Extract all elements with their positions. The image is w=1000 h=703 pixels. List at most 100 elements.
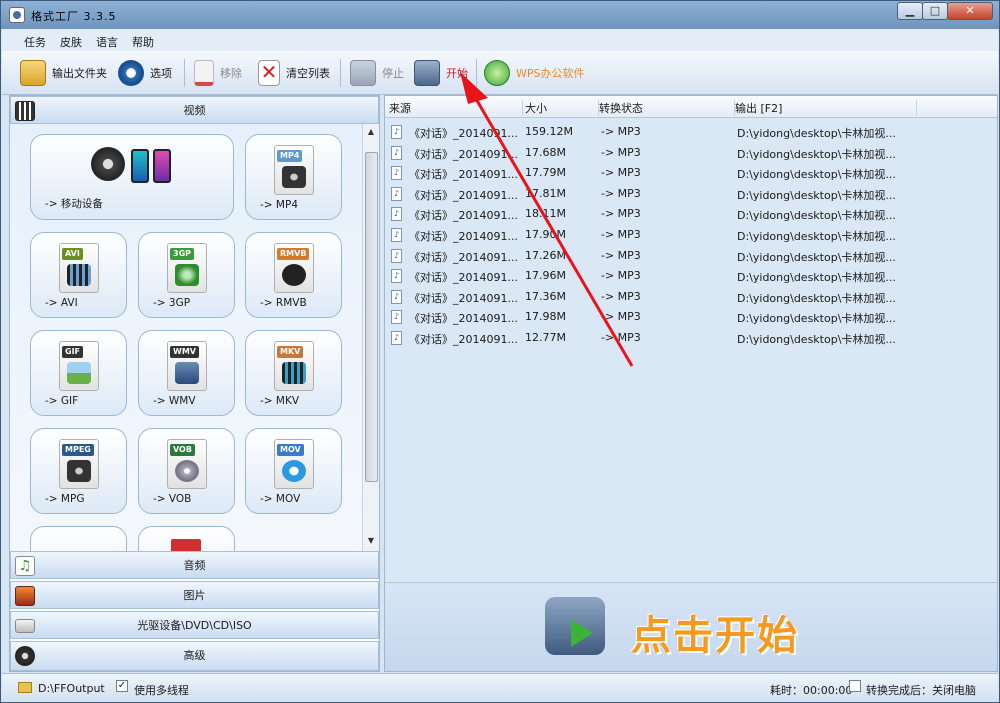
tile-rmvb[interactable]: RMVB -> RMVB	[245, 232, 342, 318]
column-output[interactable]: 输出 [F2]	[735, 100, 917, 116]
audio-category-header[interactable]: ♫ 音频	[10, 551, 379, 579]
picture-category-header[interactable]: 图片	[10, 581, 379, 609]
cell-size: 17.68M	[525, 145, 566, 159]
table-row[interactable]: ♪ 《对话》_2014091... 17.90M -> MP3 D:\yidong\de…	[389, 225, 969, 245]
disc-drive-icon	[15, 619, 35, 633]
wps-button[interactable]: WPS办公软件	[484, 57, 585, 89]
scroll-down-arrow-icon[interactable]: ▼	[364, 534, 378, 548]
cell-size: 159.12M	[525, 125, 573, 138]
remove-icon	[194, 60, 214, 86]
advanced-category-header[interactable]: 高级	[10, 641, 379, 671]
clear-list-button[interactable]: ✕ 清空列表	[258, 57, 330, 89]
start-icon	[414, 60, 440, 86]
after-done-checkbox[interactable]	[849, 680, 861, 692]
remove-button[interactable]: 移除	[194, 57, 242, 89]
cell-source: 《对话》_2014091...	[409, 168, 518, 182]
cell-status: -> MP3	[601, 331, 641, 344]
tile-mpg[interactable]: MPEG -> MPG	[30, 428, 127, 514]
window-title: 格式工厂 3.3.5	[31, 10, 117, 23]
app-icon	[9, 7, 25, 23]
table-row[interactable]: ♪ 《对话》_2014091... 159.12M -> MP3 D:\yidong\d…	[389, 122, 969, 142]
task-table-header: 来源 大小 转换状态 输出 [F2]	[385, 96, 997, 118]
table-row[interactable]: ♪ 《对话》_2014091... 17.79M -> MP3 D:\yidong\de…	[389, 163, 969, 183]
table-row[interactable]: ♪ 《对话》_2014091... 17.81M -> MP3 D:\yidong\de…	[389, 184, 969, 204]
table-row[interactable]: ♪ 《对话》_2014091... 17.98M -> MP3 D:\yidong\de…	[389, 307, 969, 327]
tile-partial[interactable]	[30, 526, 127, 551]
options-button[interactable]: 选项	[118, 57, 172, 89]
audio-file-icon: ♪	[391, 331, 402, 345]
mov-file-icon: MOV	[274, 439, 314, 489]
start-button[interactable]: 开始	[414, 57, 468, 89]
tile-mobile-device[interactable]: -> 移动设备	[30, 134, 234, 220]
task-panel: 来源 大小 转换状态 输出 [F2] ♪ 《对话》_2014091... 159.1…	[384, 95, 998, 672]
cell-output: D:\yidong\desktop\卡林加视...	[737, 230, 896, 243]
task-table-body: ♪ 《对话》_2014091... 159.12M -> MP3 D:\yidong\d…	[385, 119, 997, 581]
menu-help[interactable]: 帮助	[132, 34, 154, 50]
gear-icon	[118, 60, 144, 86]
column-source[interactable]: 来源	[389, 100, 523, 116]
cell-source: 《对话》_2014091...	[409, 333, 518, 346]
output-folder-button[interactable]: 输出文件夹	[20, 57, 107, 89]
menu-task[interactable]: 任务	[24, 34, 46, 50]
table-row[interactable]: ♪ 《对话》_2014091... 17.26M -> MP3 D:\yidong\de…	[389, 246, 969, 266]
table-row[interactable]: ♪ 《对话》_2014091... 17.96M -> MP3 D:\yidong\de…	[389, 266, 969, 286]
cell-status: -> MP3	[601, 310, 641, 324]
tile-mkv[interactable]: MKV -> MKV	[245, 330, 342, 416]
grid-scrollbar[interactable]: ▲ ▼	[362, 124, 379, 551]
folder-icon	[18, 682, 32, 693]
multithread-label: 使用多线程	[134, 684, 189, 697]
toolbar-separator	[476, 59, 477, 87]
menu-skin[interactable]: 皮肤	[60, 34, 82, 50]
audio-file-icon: ♪	[391, 289, 402, 304]
maximize-button[interactable]: □	[922, 2, 948, 20]
stop-button[interactable]: 停止	[350, 57, 404, 89]
tile-avi[interactable]: AVI -> AVI	[30, 232, 127, 318]
audio-file-icon: ♪	[391, 186, 402, 201]
cell-source: 《对话》_2014091...	[409, 127, 518, 140]
close-button[interactable]: ✕	[947, 2, 993, 20]
music-note-icon: ♫	[15, 556, 35, 576]
table-row[interactable]: ♪ 《对话》_2014091... 12.77M -> MP3 D:\yidong\de…	[389, 328, 969, 348]
cell-source: 《对话》_2014091...	[409, 209, 518, 223]
cell-output: D:\yidong\desktop\卡林加视...	[737, 147, 896, 161]
stop-icon	[350, 60, 376, 86]
tile-gif[interactable]: GIF -> GIF	[30, 330, 127, 416]
film-icon	[15, 101, 35, 121]
toolbar-separator	[184, 59, 185, 87]
table-row[interactable]: ♪ 《对话》_2014091... 17.68M -> MP3 D:\yidong\de…	[389, 143, 969, 163]
menu-language[interactable]: 语言	[96, 34, 118, 50]
column-size[interactable]: 大小	[525, 100, 599, 116]
audio-file-icon: ♪	[391, 269, 402, 284]
multithread-checkbox[interactable]: ✓	[116, 680, 128, 692]
film-reel-icon	[15, 646, 35, 666]
start-banner[interactable]: 点击开始	[385, 582, 997, 671]
cell-output: D:\yidong\desktop\卡林加视...	[737, 250, 896, 264]
cell-size: 12.77M	[525, 331, 566, 344]
table-row[interactable]: ♪ 《对话》_2014091... 18.11M -> MP3 D:\yidong\de…	[389, 204, 969, 224]
title-bar: 格式工厂 3.3.5 ▁ □ ✕	[1, 1, 999, 29]
tile-mov[interactable]: MOV -> MOV	[245, 428, 342, 514]
avi-file-icon: AVI	[59, 243, 99, 293]
tile-vob[interactable]: VOB -> VOB	[138, 428, 235, 514]
folder-icon	[20, 60, 46, 86]
file-icon	[171, 539, 201, 551]
phone-icon	[131, 149, 149, 183]
video-category-header[interactable]: 视频	[10, 96, 379, 124]
audio-file-icon: ♪	[391, 248, 402, 263]
mp4-file-icon: MP4	[274, 145, 314, 195]
tile-3gp[interactable]: 3GP -> 3GP	[138, 232, 235, 318]
disc-category-header[interactable]: 光驱设备\DVD\CD\ISO	[10, 611, 379, 639]
scroll-up-arrow-icon[interactable]: ▲	[364, 125, 378, 139]
tile-wmv[interactable]: WMV -> WMV	[138, 330, 235, 416]
column-status[interactable]: 转换状态	[599, 100, 735, 116]
cell-output: D:\yidong\desktop\卡林加视...	[737, 127, 896, 140]
start-large-icon	[545, 597, 605, 655]
cell-status: -> MP3	[601, 248, 641, 262]
cell-source: 《对话》_2014091...	[409, 188, 518, 202]
minimize-button[interactable]: ▁	[897, 2, 923, 20]
scrollbar-thumb[interactable]	[365, 152, 378, 482]
tile-mp4[interactable]: MP4 -> MP4	[245, 134, 342, 220]
cell-source: 《对话》_2014091...	[409, 271, 518, 285]
table-row[interactable]: ♪ 《对话》_2014091... 17.36M -> MP3 D:\yidong\de…	[389, 287, 969, 307]
tile-partial[interactable]	[138, 526, 235, 551]
